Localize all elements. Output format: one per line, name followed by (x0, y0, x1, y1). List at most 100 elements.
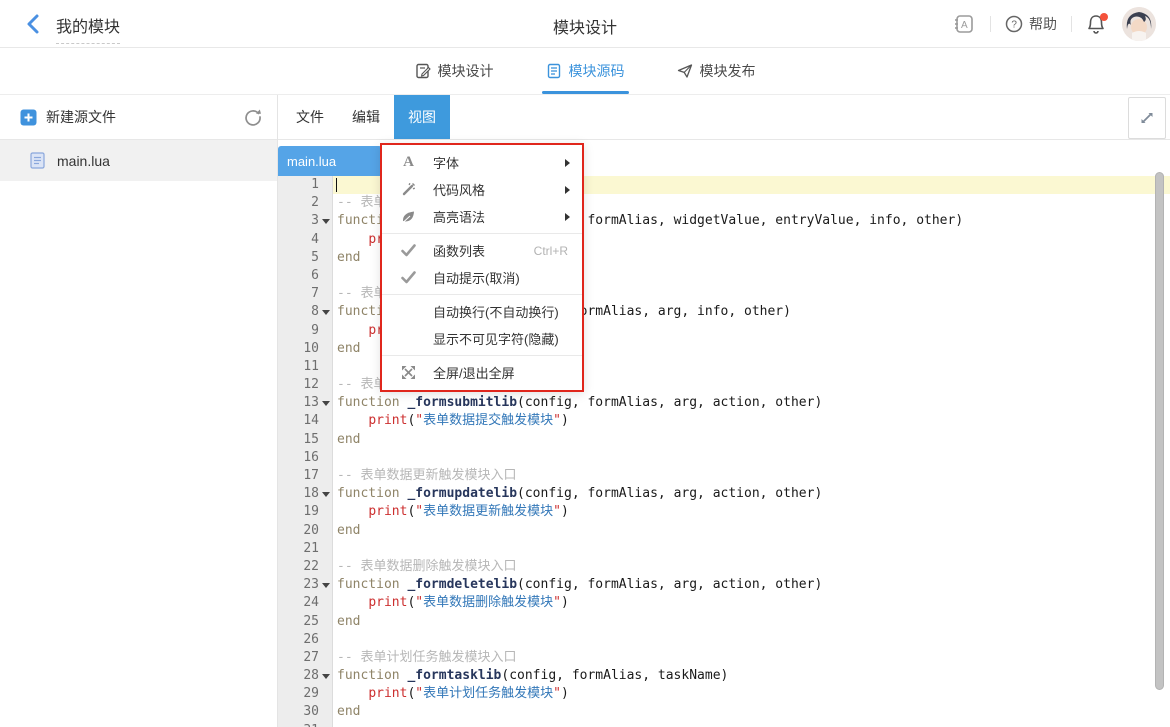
code-text[interactable]: end (333, 703, 1170, 721)
translate-icon: A (952, 12, 976, 36)
app-window: 我的模块 模块设计 A ? 帮助 (0, 0, 1170, 727)
menu-item-font[interactable]: A 字体 (382, 149, 582, 176)
code-line: 15end (278, 431, 1170, 449)
code-text[interactable]: end (333, 522, 1170, 540)
line-number[interactable]: 31 (278, 722, 333, 727)
line-number[interactable]: 2 (278, 194, 333, 212)
new-source-file-button[interactable]: 新建源文件 (20, 107, 116, 127)
line-number[interactable]: 9 (278, 322, 333, 340)
line-number[interactable]: 14 (278, 412, 333, 430)
menu-file[interactable]: 文件 (282, 95, 338, 139)
fold-arrow-icon[interactable] (322, 583, 330, 588)
tab-module-publish[interactable]: 模块发布 (677, 48, 756, 94)
notifications-button[interactable] (1086, 13, 1108, 35)
fold-arrow-icon[interactable] (322, 219, 330, 224)
line-number[interactable]: 4 (278, 231, 333, 249)
menu-item-show-invisibles[interactable]: 显示不可见字符(隐藏) (382, 325, 582, 352)
line-number[interactable]: 1 (278, 176, 333, 194)
code-text[interactable]: function _formupdatelib(config, formAlia… (333, 485, 1170, 503)
svg-text:A: A (961, 20, 968, 31)
menu-item-fullscreen[interactable]: 全屏/退出全屏 (382, 359, 582, 386)
menu-view[interactable]: 视图 (394, 95, 450, 139)
code-line: 16 (278, 449, 1170, 467)
fold-arrow-icon[interactable] (322, 310, 330, 315)
code-text[interactable] (333, 631, 1170, 649)
menu-item-word-wrap[interactable]: 自动换行(不自动换行) (382, 298, 582, 325)
line-number[interactable]: 30 (278, 703, 333, 721)
line-number[interactable]: 21 (278, 540, 333, 558)
menu-item-code-style[interactable]: 代码风格 (382, 176, 582, 203)
submenu-arrow-icon (565, 213, 570, 221)
line-number[interactable]: 15 (278, 431, 333, 449)
menu-edit[interactable]: 编辑 (338, 95, 394, 139)
code-text[interactable] (333, 449, 1170, 467)
fold-arrow-icon[interactable] (322, 492, 330, 497)
code-line: 23function _formdeletelib(config, formAl… (278, 576, 1170, 594)
menu-item-function-list[interactable]: 函数列表 Ctrl+R (382, 237, 582, 264)
code-text[interactable] (333, 722, 1170, 727)
line-number[interactable]: 11 (278, 358, 333, 376)
code-line: 14 print("表单数据提交触发模块") (278, 412, 1170, 430)
line-number[interactable]: 19 (278, 503, 333, 521)
code-text[interactable]: print("表单数据删除触发模块") (333, 594, 1170, 612)
language-button[interactable]: A (952, 12, 976, 36)
line-number[interactable]: 24 (278, 594, 333, 612)
line-number[interactable]: 7 (278, 285, 333, 303)
code-text[interactable]: -- 表单数据更新触发模块入口 (333, 467, 1170, 485)
leaf-icon (400, 208, 417, 225)
fold-arrow-icon[interactable] (322, 674, 330, 679)
line-number[interactable]: 10 (278, 340, 333, 358)
line-number[interactable]: 29 (278, 685, 333, 703)
line-number[interactable]: 8 (278, 303, 333, 321)
line-number[interactable]: 27 (278, 649, 333, 667)
line-number[interactable]: 12 (278, 376, 333, 394)
code-text[interactable]: function _formdeletelib(config, formAlia… (333, 576, 1170, 594)
header-divider (1071, 16, 1072, 32)
fold-arrow-icon[interactable] (322, 401, 330, 406)
shortcut-label: Ctrl+R (534, 244, 568, 258)
line-number[interactable]: 5 (278, 249, 333, 267)
module-nav-tabs: 模块设计 模块源码 模块发布 (0, 48, 1170, 95)
tab-module-source[interactable]: 模块源码 (546, 48, 625, 94)
help-button[interactable]: ? 帮助 (1005, 14, 1057, 34)
submenu-arrow-icon (565, 186, 570, 194)
code-text[interactable]: print("表单计划任务触发模块") (333, 685, 1170, 703)
code-line: 31 (278, 722, 1170, 727)
help-label: 帮助 (1029, 14, 1057, 34)
menu-item-auto-hint[interactable]: 自动提示(取消) (382, 264, 582, 291)
code-line: 13function _formsubmitlib(config, formAl… (278, 394, 1170, 412)
line-number[interactable]: 17 (278, 467, 333, 485)
code-text[interactable]: -- 表单数据删除触发模块入口 (333, 558, 1170, 576)
user-avatar[interactable] (1122, 7, 1156, 41)
line-number[interactable]: 25 (278, 613, 333, 631)
line-number[interactable]: 18 (278, 485, 333, 503)
line-number[interactable]: 26 (278, 631, 333, 649)
line-number[interactable]: 20 (278, 522, 333, 540)
code-text[interactable]: end (333, 431, 1170, 449)
tab-label: 模块源码 (569, 61, 625, 81)
line-number[interactable]: 16 (278, 449, 333, 467)
line-number[interactable]: 13 (278, 394, 333, 412)
menu-item-syntax-highlight[interactable]: 高亮语法 (382, 203, 582, 230)
code-text[interactable]: print("表单数据提交触发模块") (333, 412, 1170, 430)
editor-vertical-scrollbar[interactable] (1155, 172, 1165, 718)
refresh-button[interactable] (243, 107, 263, 127)
code-text[interactable]: function _formsubmitlib(config, formAlia… (333, 394, 1170, 412)
code-text[interactable] (333, 540, 1170, 558)
scrollbar-thumb[interactable] (1155, 172, 1164, 690)
code-text[interactable]: -- 表单计划任务触发模块入口 (333, 649, 1170, 667)
line-number[interactable]: 6 (278, 267, 333, 285)
maximize-panel-button[interactable] (1128, 97, 1166, 139)
code-text[interactable]: print("表单数据更新触发模块") (333, 503, 1170, 521)
code-line: 18function _formupdatelib(config, formAl… (278, 485, 1170, 503)
line-number[interactable]: 23 (278, 576, 333, 594)
line-number[interactable]: 28 (278, 667, 333, 685)
editor-tab-main-lua[interactable]: main.lua (278, 146, 382, 176)
file-list-item-main-lua[interactable]: main.lua (0, 140, 277, 181)
code-text[interactable]: end (333, 613, 1170, 631)
code-line: 28function _formtasklib(config, formAlia… (278, 667, 1170, 685)
tab-module-design[interactable]: 模块设计 (415, 48, 494, 94)
code-text[interactable]: function _formtasklib(config, formAlias,… (333, 667, 1170, 685)
line-number[interactable]: 22 (278, 558, 333, 576)
line-number[interactable]: 3 (278, 212, 333, 230)
